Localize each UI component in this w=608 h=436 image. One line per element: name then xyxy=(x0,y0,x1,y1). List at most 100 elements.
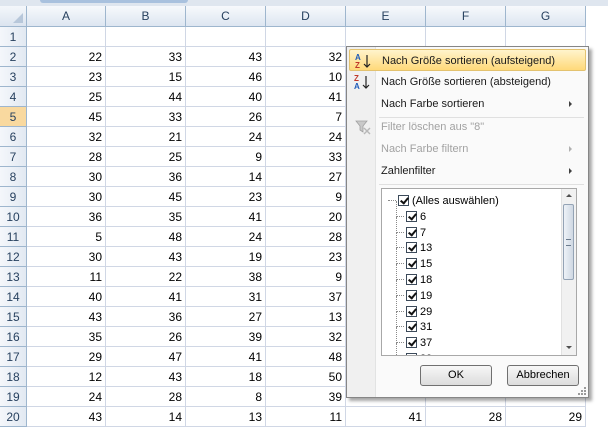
row-header-20[interactable]: 20 xyxy=(0,407,27,427)
column-header-d[interactable]: D xyxy=(266,6,346,27)
row-header-12[interactable]: 12 xyxy=(0,247,27,267)
cell-b5[interactable]: 33 xyxy=(106,107,186,127)
column-header-c[interactable]: C xyxy=(186,6,266,27)
cell-d12[interactable]: 23 xyxy=(266,247,346,267)
cell-a15[interactable]: 43 xyxy=(27,307,106,327)
cell-b1[interactable] xyxy=(106,27,186,47)
scroll-up-arrow-icon[interactable] xyxy=(562,189,576,203)
resize-grip-icon[interactable] xyxy=(578,387,586,395)
cell-d3[interactable]: 10 xyxy=(266,67,346,87)
cell-c9[interactable]: 23 xyxy=(186,187,266,207)
cell-a19[interactable]: 24 xyxy=(27,387,106,407)
filter-value-list[interactable]: (Alles auswählen) 6 7 13 15 18 19 29 31 3739 xyxy=(381,188,577,356)
cell-a2[interactable]: 22 xyxy=(27,47,106,67)
cell-b20[interactable]: 14 xyxy=(106,407,186,427)
cell-b7[interactable]: 25 xyxy=(106,147,186,167)
row-header-16[interactable]: 16 xyxy=(0,327,27,347)
cell-a17[interactable]: 29 xyxy=(27,347,106,367)
checkbox[interactable] xyxy=(406,305,417,317)
cell-d1[interactable] xyxy=(266,27,346,47)
cell-f20[interactable]: 28 xyxy=(426,407,506,427)
checkbox[interactable] xyxy=(406,242,417,254)
cell-b14[interactable]: 41 xyxy=(106,287,186,307)
cell-c13[interactable]: 38 xyxy=(186,267,266,287)
cancel-button[interactable]: Abbrechen xyxy=(507,365,579,386)
cell-c17[interactable]: 41 xyxy=(186,347,266,367)
checkbox[interactable] xyxy=(406,274,417,285)
cell-a6[interactable]: 32 xyxy=(27,127,106,147)
cell-c12[interactable]: 19 xyxy=(186,247,266,267)
cell-c5[interactable]: 26 xyxy=(186,107,266,127)
row-header-10[interactable]: 10 xyxy=(0,207,27,227)
cell-c16[interactable]: 39 xyxy=(186,327,266,347)
cell-d4[interactable]: 41 xyxy=(266,87,346,107)
cell-b2[interactable]: 33 xyxy=(106,47,186,67)
cell-d2[interactable]: 32 xyxy=(266,47,346,67)
row-header-1[interactable]: 1 xyxy=(0,27,27,47)
cell-c3[interactable]: 46 xyxy=(186,67,266,87)
cell-a20[interactable]: 43 xyxy=(27,407,106,427)
cell-c10[interactable]: 41 xyxy=(186,207,266,227)
row-header-3[interactable]: 3 xyxy=(0,67,27,87)
row-header-9[interactable]: 9 xyxy=(0,187,27,207)
checkbox[interactable] xyxy=(398,195,409,206)
cell-f1[interactable] xyxy=(426,27,506,47)
cell-d10[interactable]: 20 xyxy=(266,207,346,227)
checkbox[interactable] xyxy=(406,258,417,270)
cell-d17[interactable]: 48 xyxy=(266,347,346,367)
row-header-13[interactable]: 13 xyxy=(0,267,27,287)
scroll-down-arrow-icon[interactable] xyxy=(562,341,576,355)
cell-a10[interactable]: 36 xyxy=(27,207,106,227)
cell-d9[interactable]: 9 xyxy=(266,187,346,207)
row-header-19[interactable]: 19 xyxy=(0,387,27,407)
cell-c15[interactable]: 27 xyxy=(186,307,266,327)
row-header-15[interactable]: 15 xyxy=(0,307,27,327)
menu-item-number-filter[interactable]: Zahlenfilter xyxy=(349,160,586,182)
row-header-8[interactable]: 8 xyxy=(0,167,27,187)
cell-d18[interactable]: 50 xyxy=(266,367,346,387)
cell-b18[interactable]: 43 xyxy=(106,367,186,387)
checkbox[interactable] xyxy=(406,289,417,301)
cell-a18[interactable]: 12 xyxy=(27,367,106,387)
cell-a12[interactable]: 30 xyxy=(27,247,106,267)
checkbox[interactable] xyxy=(406,321,417,333)
cell-c4[interactable]: 40 xyxy=(186,87,266,107)
column-header-a[interactable]: A xyxy=(27,6,106,27)
row-header-4[interactable]: 4 xyxy=(0,87,27,107)
row-header-6[interactable]: 6 xyxy=(0,127,27,147)
row-header-7[interactable]: 7 xyxy=(0,147,27,167)
row-header-18[interactable]: 18 xyxy=(0,367,27,387)
row-header-17[interactable]: 17 xyxy=(0,347,27,367)
cell-d11[interactable]: 28 xyxy=(266,227,346,247)
cell-c1[interactable] xyxy=(186,27,266,47)
cell-d15[interactable]: 13 xyxy=(266,307,346,327)
cell-d5[interactable]: 7 xyxy=(266,107,346,127)
row-header-5[interactable]: 5 xyxy=(0,107,27,127)
cell-a3[interactable]: 23 xyxy=(27,67,106,87)
cell-d13[interactable]: 9 xyxy=(266,267,346,287)
cell-a5[interactable]: 45 xyxy=(27,107,106,127)
cell-a11[interactable]: 5 xyxy=(27,227,106,247)
cell-b4[interactable]: 44 xyxy=(106,87,186,107)
filter-list-scrollbar[interactable] xyxy=(561,189,576,355)
menu-item-sort-by-color[interactable]: Nach Farbe sortieren xyxy=(349,93,586,115)
cell-c18[interactable]: 18 xyxy=(186,367,266,387)
cell-b3[interactable]: 15 xyxy=(106,67,186,87)
cell-d14[interactable]: 37 xyxy=(266,287,346,307)
cell-b10[interactable]: 35 xyxy=(106,207,186,227)
cell-b17[interactable]: 47 xyxy=(106,347,186,367)
cell-d6[interactable]: 24 xyxy=(266,127,346,147)
row-header-11[interactable]: 11 xyxy=(0,227,27,247)
cell-e1[interactable] xyxy=(346,27,426,47)
cell-c8[interactable]: 14 xyxy=(186,167,266,187)
cell-b19[interactable]: 28 xyxy=(106,387,186,407)
cell-b11[interactable]: 48 xyxy=(106,227,186,247)
cell-a13[interactable]: 11 xyxy=(27,267,106,287)
cell-a4[interactable]: 25 xyxy=(27,87,106,107)
menu-item-sort-ascending[interactable]: A Z Nach Größe sortieren (aufsteigend) xyxy=(349,49,586,71)
row-header-14[interactable]: 14 xyxy=(0,287,27,307)
cell-a9[interactable]: 30 xyxy=(27,187,106,207)
cell-d7[interactable]: 33 xyxy=(266,147,346,167)
cell-b6[interactable]: 21 xyxy=(106,127,186,147)
cell-d16[interactable]: 32 xyxy=(266,327,346,347)
